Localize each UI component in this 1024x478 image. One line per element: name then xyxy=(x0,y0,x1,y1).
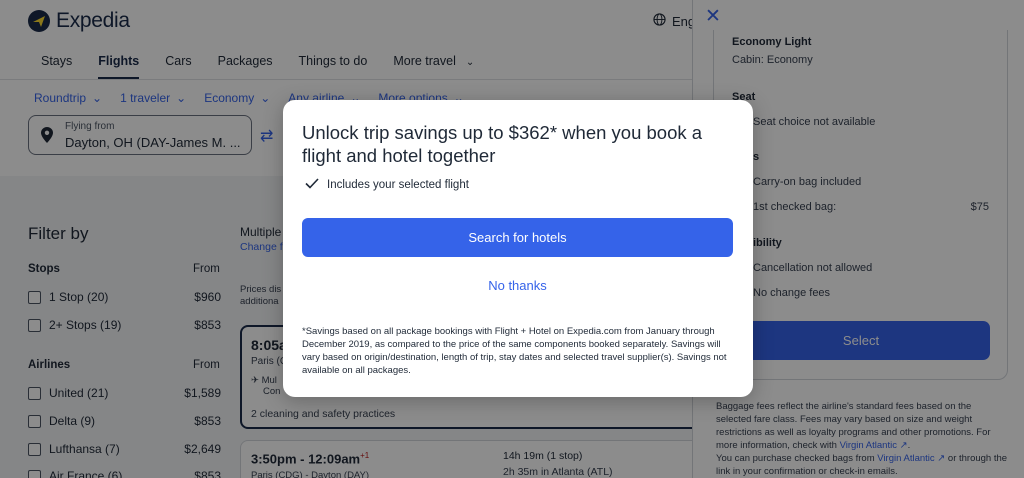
no-thanks-link[interactable]: No thanks xyxy=(302,278,733,293)
savings-footnote: *Savings based on all package bookings w… xyxy=(302,326,727,376)
included-flight-note: Includes your selected flight xyxy=(305,178,469,192)
checkmark-icon xyxy=(305,178,319,192)
bundle-savings-modal: Unlock trip savings up to $362* when you… xyxy=(283,100,753,397)
modal-title: Unlock trip savings up to $362* when you… xyxy=(302,122,703,166)
search-hotels-button[interactable]: Search for hotels xyxy=(302,218,733,257)
included-flight-text: Includes your selected flight xyxy=(327,179,469,191)
